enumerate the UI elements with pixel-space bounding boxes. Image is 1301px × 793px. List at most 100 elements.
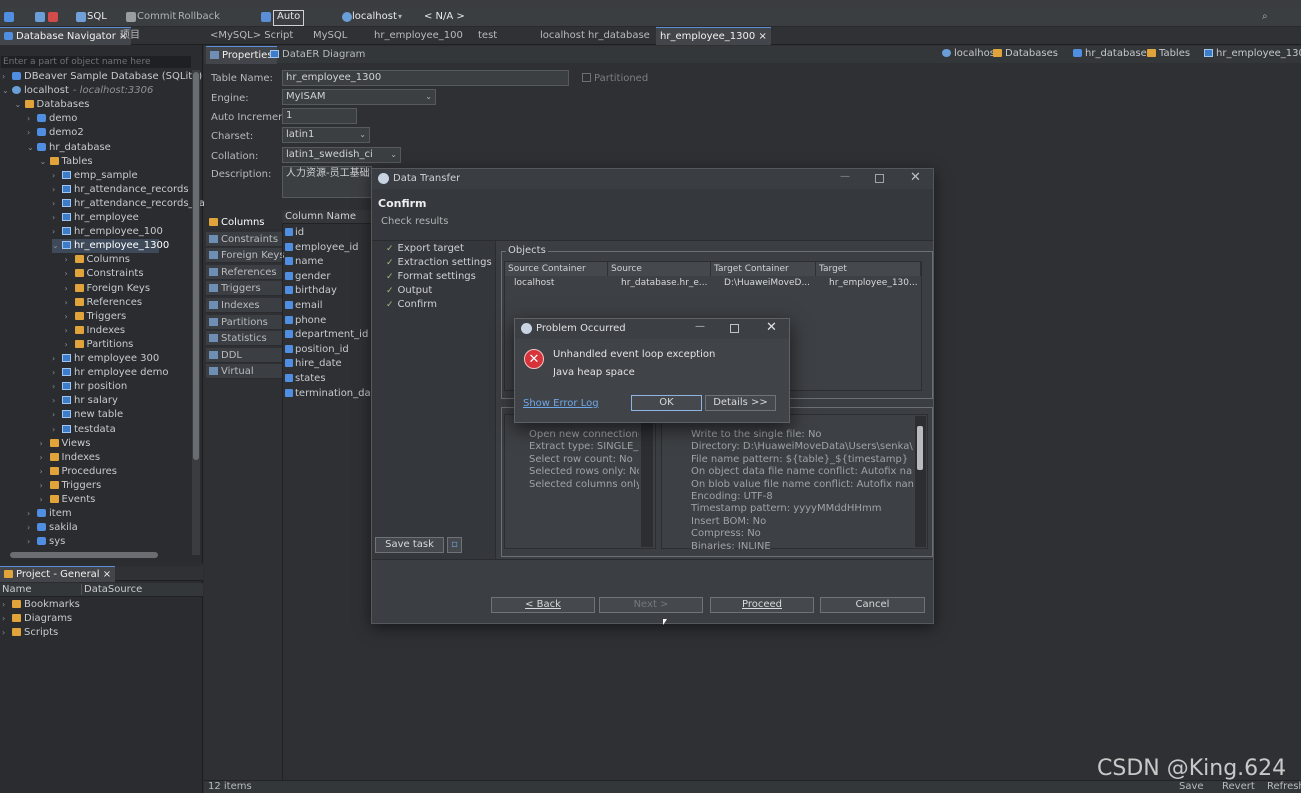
- tree-item[interactable]: › emp_sample: [52, 169, 138, 183]
- tree-item[interactable]: › References: [65, 296, 143, 310]
- maximize-icon[interactable]: [730, 324, 739, 333]
- tree-item[interactable]: › Indexes: [65, 324, 126, 338]
- wizard-step[interactable]: ✓ Output: [386, 284, 432, 298]
- new-connection-icon[interactable]: [4, 12, 14, 22]
- navigator-hscroll-thumb[interactable]: [10, 552, 158, 558]
- search-icon[interactable]: ⌕: [1262, 10, 1268, 24]
- chevron-right-icon[interactable]: ›: [27, 126, 37, 140]
- tree-item[interactable]: › hr employee 300: [52, 352, 159, 366]
- partitioned-checkbox[interactable]: [582, 73, 591, 82]
- chevron-down-icon[interactable]: ▾: [398, 10, 402, 24]
- tree-item[interactable]: › sys: [27, 535, 65, 549]
- column-row[interactable]: id: [285, 226, 304, 240]
- tree-item[interactable]: › hr salary: [52, 394, 118, 408]
- column-row[interactable]: states: [285, 372, 326, 386]
- tree-item[interactable]: › Indexes: [40, 451, 101, 465]
- back-button[interactable]: < Back: [491, 597, 595, 613]
- chevron-right-icon[interactable]: ›: [40, 451, 50, 465]
- chevron-right-icon[interactable]: ›: [40, 465, 50, 479]
- refresh-button[interactable]: Refresh: [1267, 781, 1301, 792]
- active-connection-selector[interactable]: localhost: [352, 10, 397, 24]
- minimize-icon[interactable]: —: [695, 321, 705, 332]
- column-row[interactable]: department_id: [285, 328, 368, 342]
- chevron-right-icon[interactable]: ›: [65, 310, 75, 324]
- tree-item[interactable]: › Procedures: [40, 465, 117, 479]
- side-tab[interactable]: References: [206, 264, 282, 280]
- tab-database-navigator[interactable]: Database Navigator ×: [0, 27, 132, 46]
- minimize-icon[interactable]: —: [840, 171, 850, 182]
- scrollbar-thumb[interactable]: [193, 72, 199, 460]
- chevron-right-icon[interactable]: ›: [65, 282, 75, 296]
- chevron-right-icon[interactable]: ›: [52, 183, 62, 197]
- tree-item[interactable]: › item: [27, 507, 72, 521]
- chevron-right-icon[interactable]: ›: [65, 296, 75, 310]
- ok-button[interactable]: OK: [631, 395, 702, 411]
- column-header-datasource[interactable]: DataSource: [81, 584, 142, 595]
- side-tab[interactable]: Statistics: [206, 331, 282, 347]
- table-name-input[interactable]: hr_employee_1300: [282, 70, 569, 86]
- chevron-right-icon[interactable]: ›: [2, 70, 12, 84]
- tree-item[interactable]: › hr position: [52, 380, 127, 394]
- chevron-right-icon[interactable]: ›: [40, 479, 50, 493]
- sql-editor-icon[interactable]: [76, 12, 86, 22]
- tab-project-general[interactable]: Project - General ×: [0, 566, 116, 582]
- show-error-log-link[interactable]: Show Error Log: [523, 398, 599, 409]
- tree-item[interactable]: ⌄ Databases: [15, 98, 90, 112]
- breadcrumb-item[interactable]: Tables: [1147, 48, 1190, 59]
- chevron-right-icon[interactable]: ›: [52, 394, 62, 408]
- proceed-button[interactable]: Proceed: [710, 597, 814, 613]
- close-icon[interactable]: ✕: [910, 170, 921, 185]
- transaction-mode-icon[interactable]: [261, 12, 271, 22]
- navigator-filter-input[interactable]: Enter a part of object name here: [1, 56, 191, 68]
- chevron-right-icon[interactable]: ›: [52, 366, 62, 380]
- tree-item[interactable]: ⌄ localhost - localhost:3306: [2, 84, 153, 98]
- side-tab[interactable]: Columns: [206, 215, 282, 230]
- tab-mysql-script[interactable]: <MySQL> Script: [206, 27, 297, 45]
- chevron-right-icon[interactable]: ›: [27, 535, 37, 549]
- chevron-right-icon[interactable]: ›: [27, 112, 37, 126]
- rollback-button[interactable]: Rollback: [178, 10, 220, 24]
- column-row[interactable]: birthday: [285, 284, 337, 298]
- sql-button[interactable]: SQL: [87, 10, 107, 24]
- tree-item[interactable]: › DBeaver Sample Database (SQLite): [2, 70, 202, 84]
- chevron-right-icon[interactable]: ›: [52, 211, 62, 225]
- next-button[interactable]: Next >: [599, 597, 703, 613]
- chevron-right-icon[interactable]: ›: [65, 338, 75, 352]
- breadcrumb-item[interactable]: localhost: [942, 48, 999, 59]
- column-row[interactable]: email: [285, 299, 323, 313]
- wizard-step[interactable]: ✓ Format settings: [386, 270, 476, 284]
- chevron-down-icon[interactable]: ⌄: [15, 98, 25, 112]
- breadcrumb-item[interactable]: Databases: [993, 48, 1058, 59]
- column-header-name[interactable]: Name: [2, 584, 32, 595]
- chevron-down-icon[interactable]: ⌄: [40, 155, 50, 169]
- column-row[interactable]: gender: [285, 270, 330, 284]
- connect-icon[interactable]: [35, 12, 45, 22]
- chevron-down-icon[interactable]: ⌄: [27, 141, 37, 155]
- column-row[interactable]: termination_date: [285, 387, 381, 401]
- tasks-icon[interactable]: ▫: [447, 537, 462, 553]
- side-tab[interactable]: Indexes: [206, 298, 282, 313]
- tree-item[interactable]: › Partitions: [65, 338, 134, 352]
- active-schema-selector[interactable]: < N/A >: [424, 10, 465, 24]
- objects-cell[interactable]: D:\HuaweiMoveD...: [721, 276, 816, 290]
- tab-hr-employee-1300[interactable]: hr_employee_1300 ×: [656, 27, 771, 46]
- tree-item[interactable]: › hr_employee_100: [52, 225, 163, 239]
- scrollbar-thumb[interactable]: [917, 426, 923, 470]
- chevron-down-icon[interactable]: ⌄: [2, 84, 12, 98]
- tree-item[interactable]: › Triggers: [40, 479, 102, 493]
- column-row[interactable]: name: [285, 255, 323, 269]
- column-row[interactable]: phone: [285, 314, 326, 328]
- tab-localhost[interactable]: localhost: [536, 27, 589, 45]
- save-task-button[interactable]: Save task: [375, 537, 444, 553]
- tree-item[interactable]: › hr_attendance_records_sa: [52, 197, 205, 211]
- engine-select[interactable]: MyISAM ⌄: [282, 89, 436, 105]
- tree-item[interactable]: › Events: [40, 493, 96, 507]
- chevron-right-icon[interactable]: ›: [65, 253, 75, 267]
- tree-item[interactable]: › hr_employee: [52, 211, 139, 225]
- objects-column-header[interactable]: Target: [816, 262, 921, 276]
- objects-cell[interactable]: localhost: [511, 276, 604, 290]
- tab-project[interactable]: 项目: [116, 27, 144, 45]
- tree-item[interactable]: › Foreign Keys: [65, 282, 151, 296]
- tree-item[interactable]: › Views: [40, 437, 91, 451]
- wizard-step[interactable]: ✓ Export target: [386, 242, 464, 256]
